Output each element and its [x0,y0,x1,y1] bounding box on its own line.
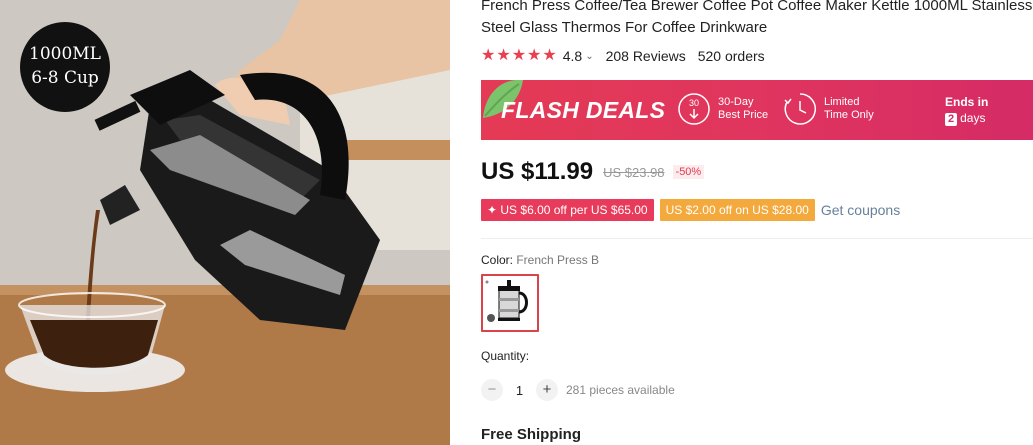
color-selector-label: Color: French Press B [481,253,599,267]
product-image[interactable]: 1000ML 6-8 Cup [0,0,450,445]
color-label: Color: [481,253,517,267]
quantity-increase-button[interactable]: + [536,379,558,401]
quantity-decrease-button[interactable]: − [481,379,503,401]
store-coupon-badge[interactable]: ✦ US $6.00 off per US $65.00 [481,199,654,221]
best-price-line1: 30-Day [718,96,754,108]
quantity-value[interactable]: 1 [503,383,536,398]
capacity-line2: 6-8 Cup [31,68,99,88]
ends-in-days-number: 2 [945,113,958,126]
get-coupons-link[interactable]: Get coupons [821,202,900,218]
star-icon: ★ [527,47,542,64]
ends-in-unit: days [960,111,986,125]
limited-time-badge: Limited Time Only [783,92,874,126]
current-price: US $11.99 [481,158,594,185]
chevron-down-icon[interactable]: ⌄ [585,51,593,62]
capacity-badge: 1000ML 6-8 Cup [20,22,110,112]
quantity-stepper: − 1 + 281 pieces available [481,379,675,401]
flash-deals-banner: FLASH DEALS 30 30-Day Best Price Limited… [481,80,1033,140]
discount-badge: -50% [672,165,705,179]
ends-in-label: Ends in [945,95,989,109]
product-title: French Press Coffee/Tea Brewer Coffee Po… [481,0,1033,36]
clock-icon [784,93,816,125]
product-info-panel: French Press Coffee/Tea Brewer Coffee Po… [481,0,1033,445]
star-icon: ★ [511,47,527,64]
rating-value[interactable]: 4.8 [563,48,582,64]
quantity-label: Quantity: [481,349,530,363]
french-press-thumbnail [483,276,537,330]
available-stock: 281 pieces available [566,383,675,397]
coupon-row: ✦ US $6.00 off per US $65.00 US $2.00 of… [481,199,900,221]
limited-line1: Limited [824,96,860,108]
best-price-badge: 30 30-Day Best Price [677,92,768,126]
rating-stars[interactable]: ★ ★ ★ ★ ★ [481,48,557,64]
limited-line2: Time Only [824,109,874,121]
color-swatch-french-press-b[interactable] [481,274,539,332]
30-day-icon: 30 [678,93,710,125]
capacity-line1: 1000ML [29,44,101,65]
star-icon: ★ [481,47,496,64]
30-day-icon-number: 30 [689,98,699,108]
color-value: French Press B [516,253,600,267]
original-price: US $23.98 [603,164,665,180]
shipping-label: Free Shipping [481,426,582,443]
reviews-link[interactable]: 208 Reviews [606,48,686,64]
rating-row: ★ ★ ★ ★ ★ 4.8 ⌄ 208 Reviews 520 orders [481,46,765,66]
best-price-line2: Best Price [718,109,769,121]
flash-deals-title: FLASH DEALS [501,97,666,123]
orders-count: 520 orders [697,48,765,64]
star-icon: ★ [496,47,511,64]
divider [481,238,1033,239]
price-row: US $11.99 US $23.98 -50% [481,158,705,186]
star-icon: ★ [542,47,557,64]
seller-coupon-badge[interactable]: US $2.00 off on US $28.00 [659,199,815,221]
ends-in-countdown: Ends in 2 days [945,94,988,126]
